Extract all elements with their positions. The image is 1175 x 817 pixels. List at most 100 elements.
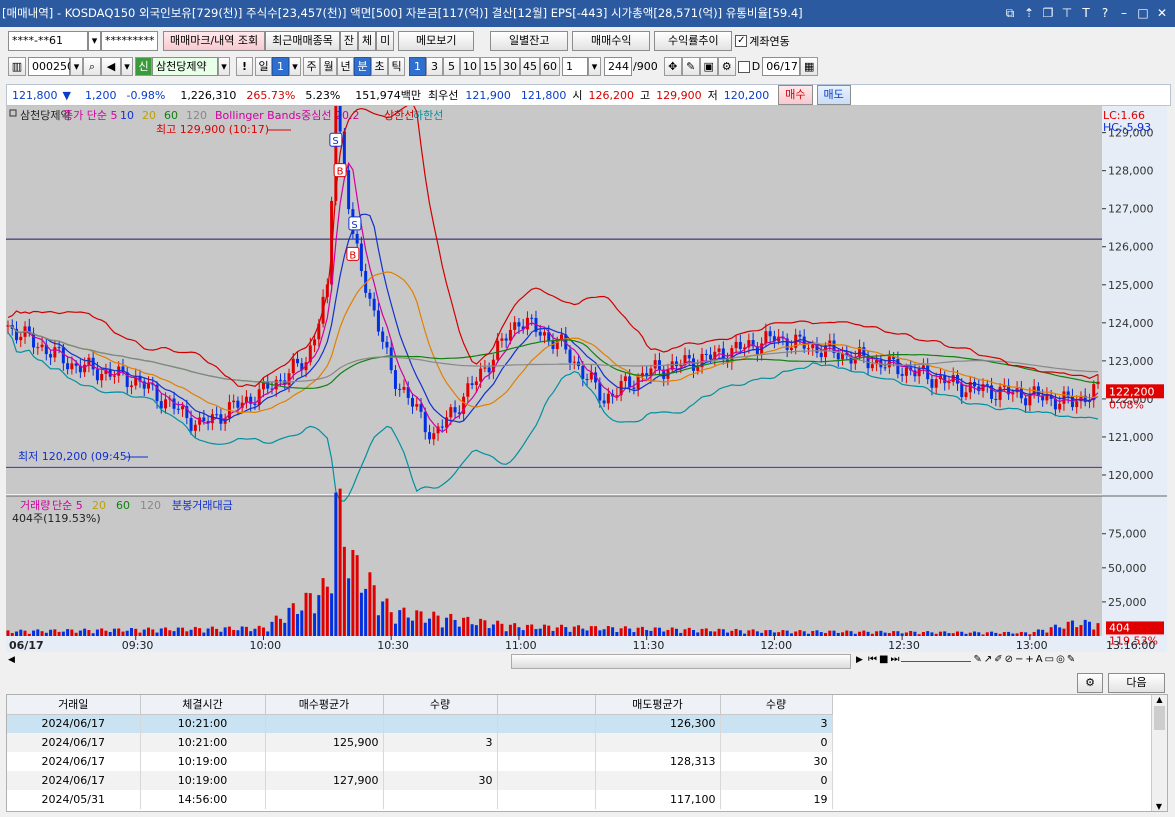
table-row[interactable]: 2024/06/17 10:19:00 127,900 30 0: [7, 771, 833, 790]
interval-60-button[interactable]: 60: [540, 57, 560, 76]
buy-button[interactable]: 매수: [778, 85, 813, 105]
table-row[interactable]: 2024/05/31 14:56:00 117,100 19: [7, 790, 833, 809]
trade-mark-button[interactable]: 매매마크/내역 조회: [163, 31, 266, 51]
recent-trades-button[interactable]: 최근매매종목: [265, 31, 340, 51]
period-tick-button[interactable]: 틱: [388, 57, 405, 76]
daily-balance-button[interactable]: 일별잔고: [490, 31, 569, 51]
circle-icon[interactable]: ◎: [1056, 654, 1065, 665]
col-exec-time[interactable]: 체결시간: [140, 695, 266, 715]
period-second-button[interactable]: 초: [371, 57, 388, 76]
stock-code-input[interactable]: 000250: [28, 57, 74, 76]
period-week-button[interactable]: 주: [303, 57, 320, 76]
memo-button[interactable]: 메모보기: [398, 31, 475, 51]
table-row[interactable]: 2024/06/17 10:19:00 128,313 30: [7, 752, 833, 771]
day-count-dropdown-icon[interactable]: ▾: [289, 57, 301, 76]
window-icon[interactable]: ❐: [1041, 0, 1055, 27]
account-input[interactable]: ****-**61: [8, 31, 88, 51]
alert-button[interactable]: !: [236, 57, 253, 76]
tool-icon-3[interactable]: ✐: [994, 654, 1002, 665]
table-row[interactable]: 2024/06/17 10:21:00 125,900 3 0: [7, 733, 833, 752]
interval-45-button[interactable]: 45: [520, 57, 540, 76]
account-link-checkbox[interactable]: ✓: [735, 35, 748, 47]
price-chart[interactable]: 129,000128,000127,000126,000125,000124,0…: [6, 106, 1167, 652]
interval-30-button[interactable]: 30: [500, 57, 520, 76]
maximize-icon[interactable]: □: [1136, 0, 1150, 27]
chart-scroll-bar[interactable]: ◀ ▶ ⏮ ■ ⏭ ✎ ↗ ✐ ⊘ − + A ▭ ◎ ✎: [6, 653, 1171, 670]
search-icon[interactable]: ⌕: [83, 57, 101, 76]
chart-type-icon[interactable]: ▥: [8, 57, 26, 76]
first-icon[interactable]: ⏮: [868, 654, 877, 665]
font-icon[interactable]: A: [1036, 654, 1043, 665]
volume-bar: [57, 631, 61, 636]
table-settings-button[interactable]: ⚙: [1077, 673, 1103, 693]
interval-15-button[interactable]: 15: [480, 57, 500, 76]
col-trade-date[interactable]: 거래일: [7, 695, 141, 715]
password-input[interactable]: *********: [101, 31, 158, 51]
period-day-button[interactable]: 일: [255, 57, 272, 76]
volume-bar: [998, 633, 1002, 636]
interval-10-button[interactable]: 10: [460, 57, 480, 76]
col-sell-qty[interactable]: 수량: [720, 695, 833, 715]
sound-dropdown-icon[interactable]: ▾: [121, 57, 133, 76]
bar-count-input[interactable]: 244: [604, 57, 632, 76]
zoom-out-icon[interactable]: −: [1015, 654, 1023, 665]
close-icon[interactable]: ✕: [1155, 0, 1169, 27]
period-year-button[interactable]: 년: [337, 57, 354, 76]
draw-tool-icon[interactable]: ✎: [681, 57, 700, 76]
zoom-slider[interactable]: [901, 654, 972, 662]
name-dropdown-icon[interactable]: ▾: [218, 57, 230, 76]
text-icon[interactable]: T: [1079, 0, 1093, 27]
date-input[interactable]: 06/17: [762, 57, 801, 76]
date-checkbox[interactable]: [737, 60, 750, 73]
sell-button[interactable]: 매도: [816, 85, 851, 105]
zoom-in-icon[interactable]: +: [1025, 654, 1033, 665]
scroll-right-icon[interactable]: ▶: [856, 655, 866, 665]
stop-icon[interactable]: ■: [879, 654, 888, 665]
scroll-up-icon[interactable]: ▲: [1152, 695, 1167, 704]
tool-icon-2[interactable]: ↗: [984, 654, 992, 665]
help-icon[interactable]: ?: [1098, 0, 1112, 27]
account-dropdown-icon[interactable]: ▾: [88, 31, 101, 51]
minimize-icon[interactable]: –: [1117, 0, 1131, 27]
code-dropdown-icon[interactable]: ▾: [70, 57, 83, 76]
scroll-down-icon[interactable]: ▼: [1152, 802, 1166, 811]
scroll-left-icon[interactable]: ◀: [8, 655, 18, 668]
calendar-icon[interactable]: ▦: [800, 57, 819, 76]
interval-5-button[interactable]: 5: [443, 57, 460, 76]
interval-input[interactable]: 1: [562, 57, 588, 76]
table-scrollbar[interactable]: ▲ ▼: [1151, 695, 1167, 811]
volume-bar: [368, 572, 372, 636]
period-month-button[interactable]: 월: [320, 57, 337, 76]
interval-1-button[interactable]: 1: [409, 57, 426, 76]
table-row[interactable]: 2024/06/17 10:21:00 126,300 3: [7, 714, 833, 733]
table-scroll-thumb[interactable]: [1154, 706, 1165, 730]
day-count-select[interactable]: 1: [272, 57, 289, 76]
period-minute-button[interactable]: 분: [354, 57, 371, 76]
unexecuted-button[interactable]: 미: [376, 31, 395, 51]
interval-dropdown-icon[interactable]: ▾: [588, 57, 601, 76]
crosshair-icon[interactable]: ✥: [663, 57, 682, 76]
profit-trend-button[interactable]: 수익률추이: [654, 31, 733, 51]
executed-button[interactable]: 체: [358, 31, 377, 51]
gear-icon[interactable]: ⚙: [717, 57, 736, 76]
save-icon[interactable]: ▣: [699, 57, 718, 76]
col-buy-qty[interactable]: 수량: [383, 695, 498, 715]
balance-button[interactable]: 잔: [339, 31, 359, 51]
col-buy-avg[interactable]: 매수평균가: [265, 695, 384, 715]
tool-icon-4[interactable]: ⊘: [1005, 654, 1013, 665]
tool-icon-1[interactable]: ✎: [973, 654, 981, 665]
tool-icon-5[interactable]: ✎: [1067, 654, 1075, 665]
candle-body: [359, 243, 363, 271]
interval-3-button[interactable]: 3: [426, 57, 443, 76]
scroll-thumb[interactable]: [511, 654, 851, 669]
pin-icon[interactable]: ⇡: [1022, 0, 1036, 27]
trade-profit-button[interactable]: 매매수익: [572, 31, 651, 51]
volume-bar: [513, 623, 517, 636]
restore-icon[interactable]: ⧉: [1003, 0, 1017, 27]
col-sell-avg[interactable]: 매도평균가: [595, 695, 721, 715]
sound-icon[interactable]: ◀: [101, 57, 121, 76]
fix-icon[interactable]: ⊤: [1060, 0, 1074, 27]
box-icon[interactable]: ▭: [1045, 654, 1054, 665]
play-icon[interactable]: ⏭: [890, 654, 899, 665]
next-page-button[interactable]: 다음: [1108, 673, 1165, 693]
